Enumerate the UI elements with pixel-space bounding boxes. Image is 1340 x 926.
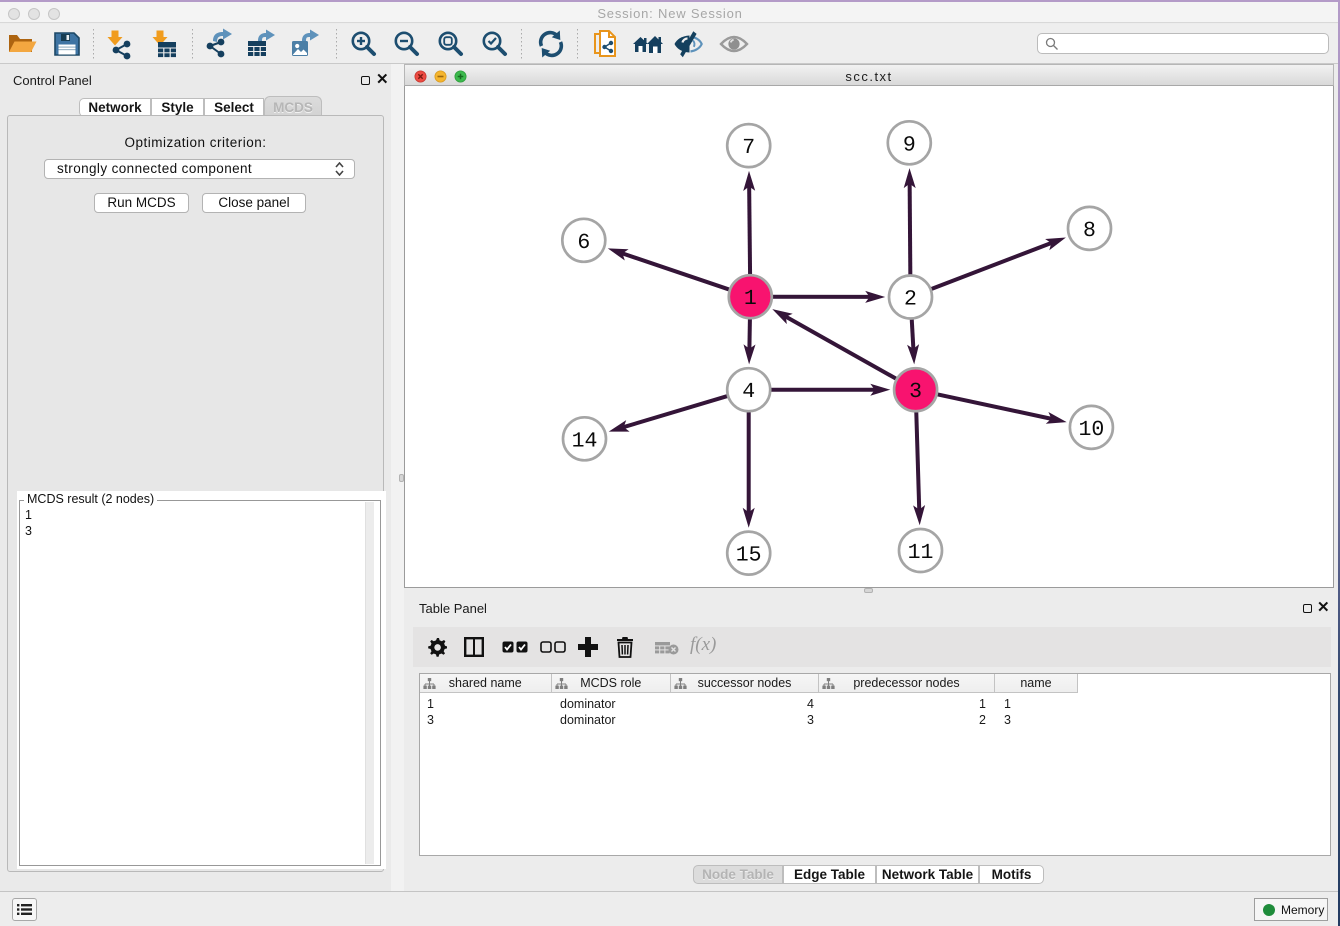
svg-text:8: 8 (1083, 219, 1096, 243)
svg-text:3: 3 (909, 380, 922, 404)
svg-text:1: 1 (744, 287, 757, 311)
svg-text:6: 6 (577, 231, 590, 255)
svg-text:7: 7 (742, 136, 755, 160)
svg-text:2: 2 (904, 288, 917, 312)
svg-text:11: 11 (908, 541, 934, 565)
svg-text:4: 4 (742, 380, 755, 404)
svg-text:15: 15 (736, 544, 762, 568)
svg-text:10: 10 (1078, 418, 1104, 442)
svg-text:14: 14 (572, 429, 598, 453)
svg-text:9: 9 (903, 133, 916, 157)
